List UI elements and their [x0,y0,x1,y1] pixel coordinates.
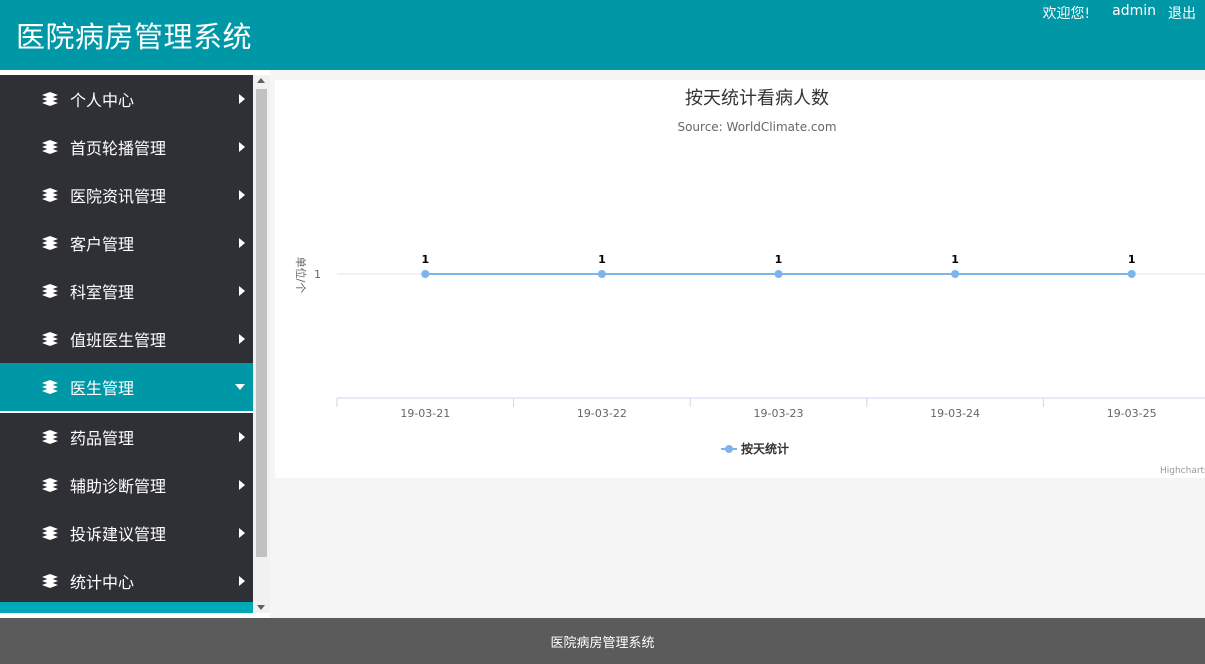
sidebar-bottom-strip [0,602,253,613]
layers-icon [42,92,58,106]
sidebar-item-label: 科室管理 [70,283,135,302]
x-axis: 19-03-21 19-03-22 19-03-23 19-03-24 19-03-25 [336,397,1205,420]
data-label: 1 [1128,253,1136,266]
data-point[interactable] [421,270,430,278]
layers-icon [42,574,58,588]
data-point[interactable] [597,270,606,278]
sidebar-item-label: 值班医生管理 [70,331,167,350]
sidebar-item[interactable]: 统计中心 [0,557,253,605]
data-label: 1 [598,253,606,266]
sidebar-item[interactable]: 科室管理 [0,267,253,315]
logout-link[interactable]: 退出 [1168,3,1196,23]
x-tick-label: 19-03-22 [577,407,627,420]
sidebar-item-label: 辅助诊断管理 [70,477,167,496]
caret-right-icon [239,190,245,200]
sidebar-scrollbar[interactable] [253,75,270,613]
sidebar-item-label: 个人中心 [70,91,135,110]
sidebar-item-label: 投诉建议管理 [70,525,167,544]
x-tick-label: 19-03-24 [930,407,980,420]
layers-icon [42,380,58,394]
page-footer: 医院病房管理系统 [0,618,1205,664]
layers-icon [42,430,58,444]
scroll-up-icon[interactable] [257,78,265,83]
sidebar-item[interactable]: 医院资讯管理 [0,171,253,219]
layers-icon [42,284,58,298]
x-tick-label: 19-03-21 [400,407,450,420]
caret-right-icon [239,576,245,586]
x-tick-label: 19-03-23 [754,407,804,420]
chart-subtitle: Source: WorldClimate.com [677,120,836,134]
sidebar-item-label: 医院资讯管理 [70,187,167,206]
footer-text: 医院病房管理系统 [550,635,655,651]
layers-icon [42,140,58,154]
sidebar-item[interactable]: 值班医生管理 [0,315,253,363]
caret-right-icon [239,432,245,442]
caret-right-icon [239,286,245,296]
series-layer: 1 1 1 1 1 [421,253,1136,278]
sidebar-menu: 个人中心首页轮播管理 医院资讯管理 客户管理科室管理值班医生管理 医生管理药品管理辅助… [0,75,253,613]
layers-icon [42,188,58,202]
app-header: 医院病房管理系统 欢迎您! admin 退出 [0,0,1205,70]
chart-panel: 按天统计看病人数 Source: WorldClimate.com 单位/个 1… [275,80,1205,478]
scroll-thumb[interactable] [256,89,267,557]
layers-icon [42,526,58,540]
sidebar-item[interactable]: 客户管理 [0,219,253,267]
sidebar-item[interactable]: 辅助诊断管理 [0,461,253,509]
y-tick-label: 1 [314,268,321,281]
caret-right-icon [239,238,245,248]
caret-right-icon [239,334,245,344]
caret-right-icon [239,480,245,490]
sidebar-item[interactable]: 首页轮播管理 [0,123,253,171]
chart-title: 按天统计看病人数 [685,88,829,109]
sidebar-item-label: 统计中心 [70,573,135,592]
sidebar-item-label: 药品管理 [70,429,135,448]
x-tick-label: 19-03-25 [1107,407,1157,420]
main-content: 按天统计看病人数 Source: WorldClimate.com 单位/个 1… [270,70,1205,618]
scroll-down-icon[interactable] [257,605,265,610]
data-point[interactable] [951,270,960,278]
caret-right-icon [239,142,245,152]
welcome-text: 欢迎您! [1042,6,1091,22]
sidebar-item[interactable]: 个人中心 [0,75,253,123]
line-chart: 按天统计看病人数 Source: WorldClimate.com 单位/个 1… [294,88,1205,476]
sidebar-item-label: 首页轮播管理 [70,139,167,158]
data-label: 1 [421,253,429,266]
legend[interactable]: 按天统计 [721,441,789,456]
data-point[interactable] [1127,270,1136,278]
layers-icon [42,332,58,346]
caret-down-icon [235,384,245,390]
data-point[interactable] [774,270,783,278]
sidebar-item[interactable]: 投诉建议管理 [0,509,253,557]
legend-label[interactable]: 按天统计 [741,441,789,456]
sidebar-item-label: 医生管理 [70,379,135,398]
app-title: 医院病房管理系统 [16,20,253,54]
chart-credits[interactable]: Highcharts.com [1160,466,1205,476]
user-link[interactable]: admin [1112,3,1156,23]
caret-right-icon [239,94,245,104]
legend-marker-icon [725,445,733,453]
layers-icon [42,236,58,250]
sidebar-item-label: 客户管理 [70,235,135,254]
sidebar-item[interactable]: 医生管理 [0,363,253,413]
sidebar-item[interactable]: 药品管理 [0,413,253,461]
layers-icon [42,478,58,492]
y-axis-title: 单位/个 [294,257,308,294]
caret-right-icon [239,528,245,538]
data-label: 1 [951,253,959,266]
header-links: 欢迎您! admin 退出 [1043,3,1197,23]
data-label: 1 [775,253,783,266]
